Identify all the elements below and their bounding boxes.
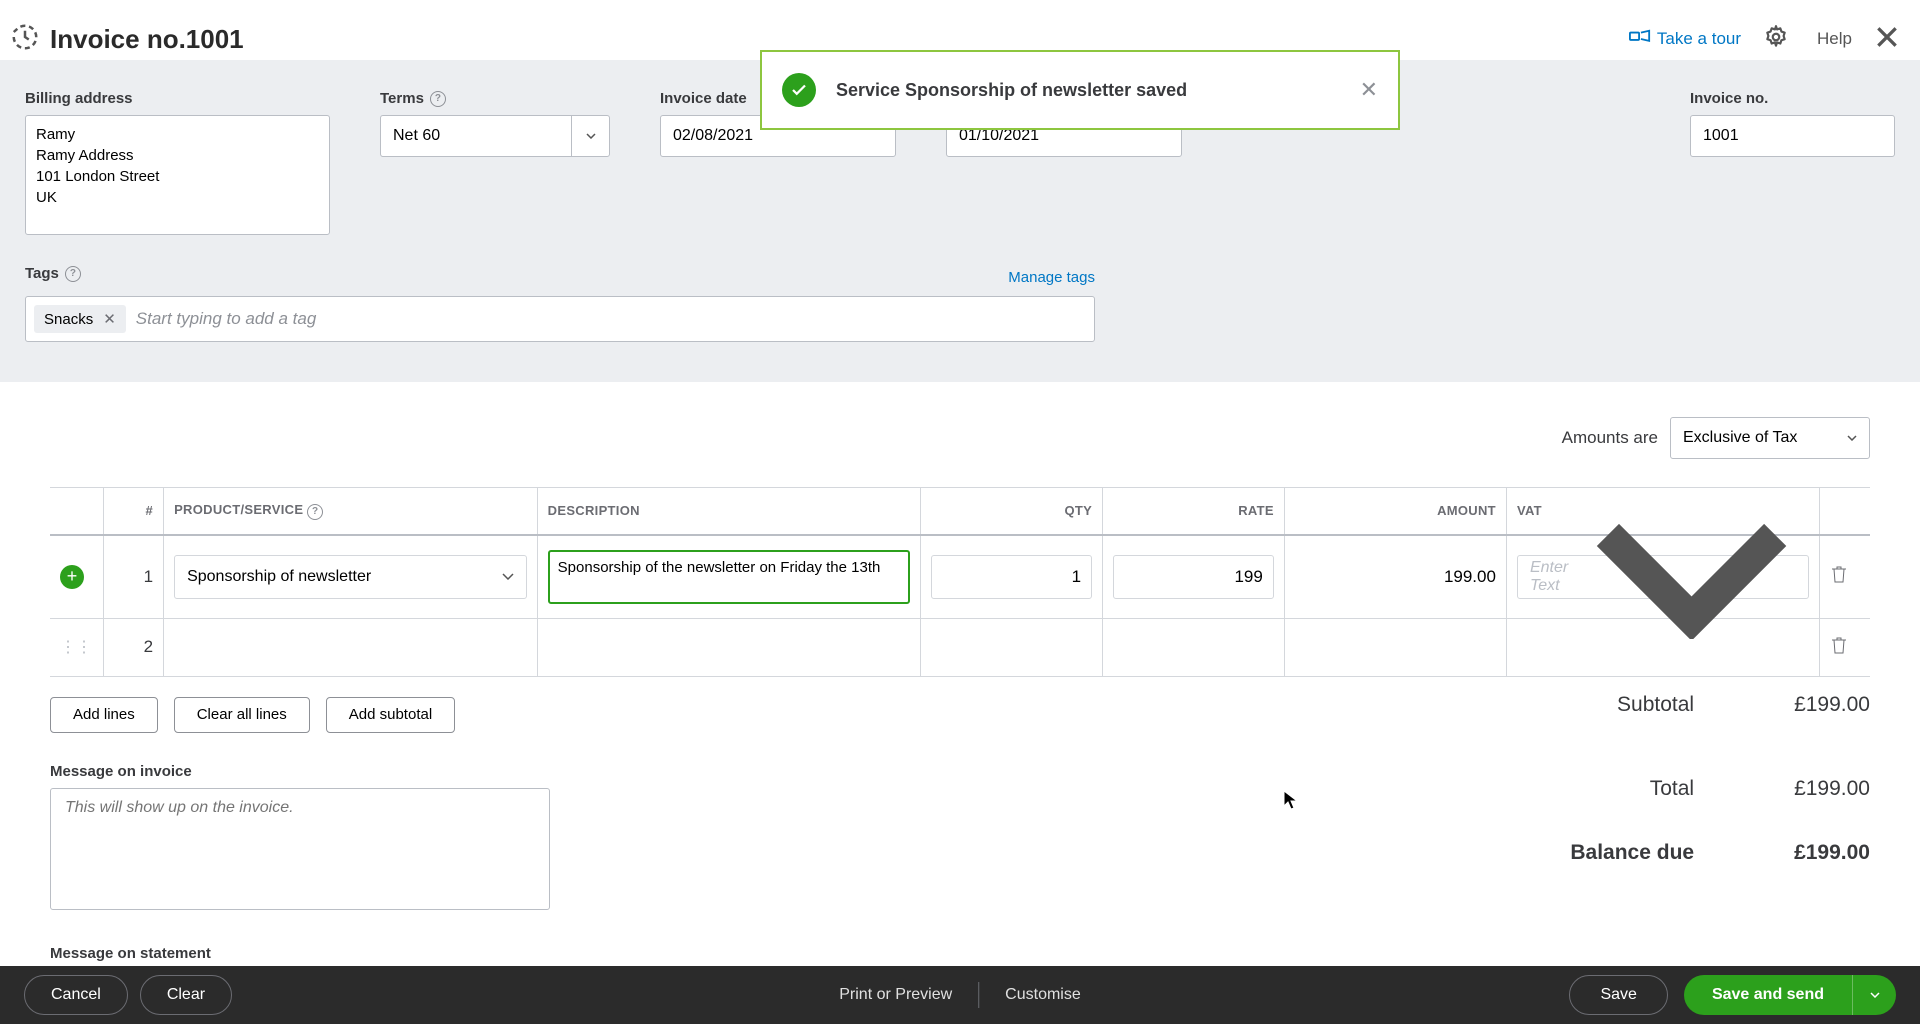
row-num: 2	[103, 618, 164, 676]
toast-notification: Service Sponsorship of newsletter saved …	[760, 50, 1400, 130]
tag-chip-label: Snacks	[44, 311, 93, 328]
total-label: Total	[1650, 777, 1694, 801]
help-label: Help	[1817, 29, 1852, 49]
drag-handle-icon[interactable]: ⋮⋮	[60, 639, 92, 656]
take-tour-link[interactable]: Take a tour	[1629, 29, 1741, 49]
message-invoice-input[interactable]	[50, 788, 550, 910]
manage-tags-link[interactable]: Manage tags	[1008, 269, 1095, 286]
row-num: 1	[103, 535, 164, 619]
description-input[interactable]: Sponsorship of the newsletter on Friday …	[548, 550, 911, 604]
vat-select[interactable]: Enter Text	[1517, 555, 1809, 599]
tags-label: Tags?	[25, 265, 81, 282]
help-icon[interactable]: ?	[307, 504, 323, 520]
col-product: PRODUCT/SERVICE ?	[164, 488, 538, 535]
terms-label: Terms?	[380, 90, 610, 107]
save-send-label: Save and send	[1684, 986, 1852, 1004]
amounts-select[interactable]: Exclusive of Tax	[1670, 417, 1870, 459]
balance-label: Balance due	[1570, 841, 1694, 865]
cancel-button[interactable]: Cancel	[24, 975, 128, 1015]
chevron-down-icon	[1587, 514, 1796, 639]
close-icon[interactable]	[1874, 24, 1900, 55]
billing-address-input[interactable]	[25, 115, 330, 235]
qty-input[interactable]	[931, 555, 1092, 599]
add-row-icon[interactable]: +	[60, 565, 84, 589]
subtotal-label: Subtotal	[1617, 693, 1694, 717]
message-invoice-label: Message on invoice	[50, 763, 550, 780]
vat-placeholder: Enter Text	[1530, 559, 1587, 595]
amount-value: 199.00	[1284, 535, 1506, 619]
add-subtotal-button[interactable]: Add subtotal	[326, 697, 455, 733]
trash-icon[interactable]	[1830, 571, 1848, 588]
history-icon[interactable]	[10, 22, 40, 57]
trash-icon[interactable]	[1830, 642, 1848, 659]
amounts-label: Amounts are	[1562, 428, 1658, 448]
divider	[978, 982, 979, 1008]
settings-icon[interactable]	[1763, 24, 1789, 55]
check-icon	[782, 73, 816, 107]
col-amount: AMOUNT	[1284, 488, 1506, 535]
product-value: Sponsorship of newsletter	[187, 568, 371, 586]
cursor-icon	[1283, 790, 1299, 812]
help-icon[interactable]: ?	[430, 91, 446, 107]
col-rate: RATE	[1103, 488, 1285, 535]
chevron-down-icon	[502, 573, 514, 580]
save-send-button[interactable]: Save and send	[1684, 975, 1896, 1015]
total-value: £199.00	[1794, 777, 1870, 801]
help-button[interactable]: Help	[1811, 29, 1852, 49]
rate-input[interactable]	[1113, 555, 1274, 599]
save-button[interactable]: Save	[1569, 975, 1667, 1015]
page-title: Invoice no.1001	[50, 24, 244, 55]
terms-value: Net 60	[393, 127, 440, 145]
add-lines-button[interactable]: Add lines	[50, 697, 158, 733]
message-statement-label: Message on statement	[50, 945, 550, 962]
col-qty: QTY	[921, 488, 1103, 535]
invoice-no-label: Invoice no.	[1690, 90, 1895, 107]
toast-message: Service Sponsorship of newsletter saved	[836, 80, 1187, 101]
billing-label: Billing address	[25, 90, 330, 107]
col-num: #	[103, 488, 164, 535]
col-description: DESCRIPTION	[537, 488, 921, 535]
help-icon[interactable]: ?	[65, 266, 81, 282]
tag-remove-icon[interactable]: ✕	[103, 310, 116, 328]
take-tour-label: Take a tour	[1657, 29, 1741, 49]
tags-placeholder: Start typing to add a tag	[136, 309, 317, 329]
chevron-down-icon	[571, 116, 609, 156]
print-preview-link[interactable]: Print or Preview	[839, 986, 952, 1004]
table-row: + 1 Sponsorship of newsletter Sponsorshi…	[50, 535, 1870, 619]
tags-input[interactable]: Snacks ✕ Start typing to add a tag	[25, 296, 1095, 342]
amounts-value: Exclusive of Tax	[1683, 429, 1797, 447]
clear-lines-button[interactable]: Clear all lines	[174, 697, 310, 733]
product-select[interactable]: Sponsorship of newsletter	[174, 555, 527, 599]
clear-button[interactable]: Clear	[140, 975, 232, 1015]
invoice-no-input[interactable]	[1690, 115, 1895, 157]
customise-link[interactable]: Customise	[1005, 986, 1081, 1004]
tag-chip: Snacks ✕	[34, 305, 126, 333]
chevron-down-icon	[1847, 435, 1857, 441]
line-items-table: # PRODUCT/SERVICE ? DESCRIPTION QTY RATE…	[50, 487, 1870, 677]
save-send-dropdown[interactable]	[1852, 975, 1896, 1015]
footer-bar: Cancel Clear Print or Preview Customise …	[0, 966, 1920, 1024]
terms-select[interactable]: Net 60	[380, 115, 610, 157]
subtotal-value: £199.00	[1794, 693, 1870, 717]
toast-close-icon[interactable]: ✕	[1360, 77, 1378, 103]
balance-value: £199.00	[1794, 841, 1870, 865]
